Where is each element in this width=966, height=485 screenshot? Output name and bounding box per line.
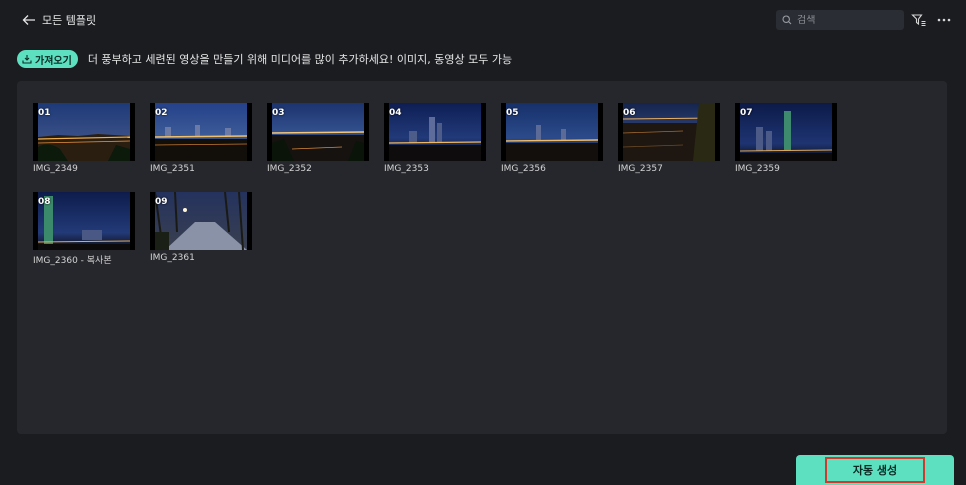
import-icon (22, 55, 32, 64)
import-button[interactable]: 가져오기 (17, 50, 78, 68)
search-box[interactable] (776, 10, 904, 30)
media-number: 07 (740, 108, 753, 118)
media-number: 04 (389, 108, 402, 118)
photo-thumbnail-image (740, 103, 832, 161)
media-number: 02 (155, 108, 168, 118)
auto-generate-label: 자동 생성 (824, 457, 926, 483)
arrow-left-icon (22, 15, 35, 25)
back-button[interactable]: 모든 템플릿 (22, 10, 96, 30)
auto-generate-button[interactable]: 자동 생성 (796, 455, 954, 485)
photo-thumbnail-image (506, 103, 598, 161)
media-number: 05 (506, 108, 519, 118)
media-filename: IMG_2359 (735, 164, 780, 174)
media-thumbnail[interactable]: 08 (33, 192, 135, 250)
media-thumbnail[interactable]: 04 (384, 103, 486, 161)
media-filename: IMG_2351 (150, 164, 195, 174)
media-filename: IMG_2356 (501, 164, 546, 174)
photo-thumbnail-image (38, 192, 130, 250)
media-number: 06 (623, 108, 636, 118)
media-thumbnail[interactable]: 05 (501, 103, 603, 161)
media-filename: IMG_2360 - 복사본 (33, 256, 112, 266)
more-horizontal-icon[interactable] (936, 12, 952, 28)
media-number: 01 (38, 108, 51, 118)
photo-thumbnail-image (272, 103, 364, 161)
media-thumbnail[interactable]: 01 (33, 103, 135, 161)
media-item[interactable]: 07 IMG_2359 (735, 103, 837, 174)
search-input[interactable] (797, 14, 897, 26)
media-item[interactable]: 01 IMG_2349 (33, 103, 135, 174)
media-number: 08 (38, 197, 51, 207)
media-filename: IMG_2353 (384, 164, 429, 174)
photo-thumbnail-image (155, 103, 247, 161)
media-thumbnail[interactable]: 03 (267, 103, 369, 161)
photo-thumbnail-image (389, 103, 481, 161)
media-item[interactable]: 02 IMG_2351 (150, 103, 252, 174)
media-thumbnail[interactable]: 07 (735, 103, 837, 161)
media-filename: IMG_2357 (618, 164, 663, 174)
photo-thumbnail-image (623, 103, 715, 161)
media-item[interactable]: 05 IMG_2356 (501, 103, 603, 174)
import-button-label: 가져오기 (35, 55, 72, 67)
photo-thumbnail-image (155, 192, 247, 250)
import-row: 가져오기 더 풍부하고 세련된 영상을 만들기 위해 미디어를 많이 추가하세요… (17, 50, 512, 68)
media-filename: IMG_2349 (33, 164, 78, 174)
media-item[interactable]: 06 IMG_2357 (618, 103, 720, 174)
search-icon (782, 15, 792, 25)
media-item[interactable]: 04 IMG_2353 (384, 103, 486, 174)
media-item[interactable]: 08 IMG_2360 - 복사본 (33, 192, 135, 266)
import-hint-text: 더 풍부하고 세련된 영상을 만들기 위해 미디어를 많이 추가하세요! 이미지… (87, 53, 513, 66)
filter-icon[interactable] (911, 12, 927, 28)
top-bar: 모든 템플릿 (0, 0, 966, 40)
media-item[interactable]: 03 IMG_2352 (267, 103, 369, 174)
media-filename: IMG_2352 (267, 164, 312, 174)
media-number: 03 (272, 108, 285, 118)
media-number: 09 (155, 197, 168, 207)
media-filename: IMG_2361 (150, 253, 195, 263)
media-thumbnail[interactable]: 06 (618, 103, 720, 161)
photo-thumbnail-image (38, 103, 130, 161)
back-label: 모든 템플릿 (42, 14, 97, 27)
media-panel: 01 IMG_2349 02 IMG_2351 03 IMG_2352 04 I… (17, 81, 947, 434)
media-thumbnail[interactable]: 02 (150, 103, 252, 161)
media-thumbnail[interactable]: 09 (150, 192, 252, 250)
media-item[interactable]: 09 IMG_2361 (150, 192, 252, 263)
